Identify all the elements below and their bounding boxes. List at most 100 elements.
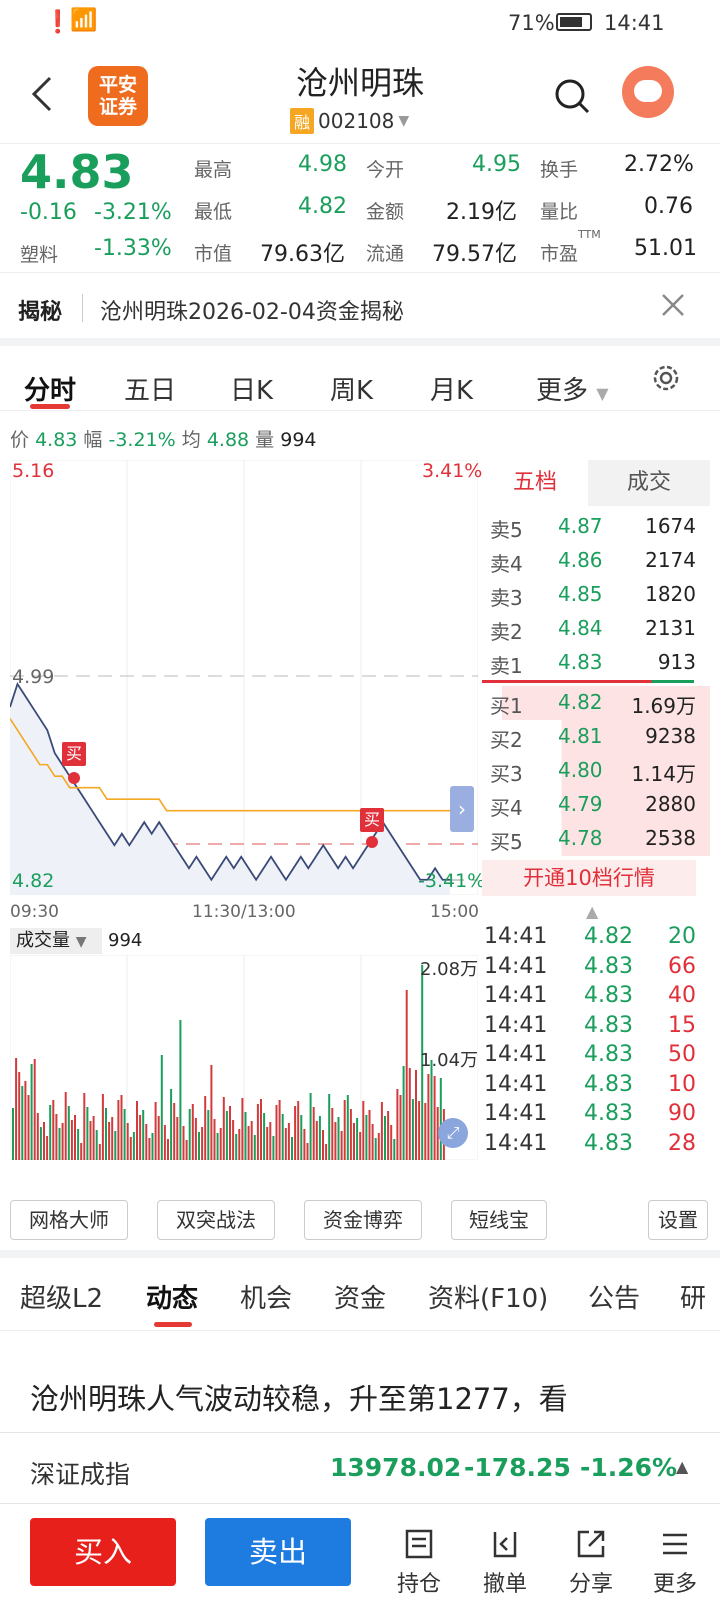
volume-bar — [225, 1111, 228, 1160]
level-volume: 2538 — [645, 826, 696, 850]
volume-bar — [247, 1126, 250, 1160]
tab-announcements[interactable]: 公告 — [588, 1278, 640, 1315]
volume-indicator-select[interactable]: 成交量 ▼ — [10, 928, 102, 954]
volume-bar — [294, 1106, 297, 1160]
tick-price: 4.83 — [584, 1101, 633, 1126]
more-tab[interactable]: 更多 — [640, 1528, 710, 1598]
tool-short-term[interactable]: 短线宝 — [451, 1200, 547, 1240]
buy-signal-tag[interactable]: 买 — [360, 808, 384, 832]
tab-news[interactable]: 动态 — [146, 1278, 198, 1315]
stock-code-selector[interactable]: 融 002108 ▼ — [290, 108, 409, 134]
trade-tick-row: 14:41 4.83 15 — [484, 1013, 710, 1042]
chevron-up-icon[interactable]: ▲ — [586, 902, 598, 921]
tick-price: 4.83 — [584, 983, 633, 1008]
tab-week-k[interactable]: 周K — [330, 370, 373, 407]
volume-bar — [210, 1065, 213, 1160]
tab-month-k[interactable]: 月K — [430, 370, 473, 407]
index-name: 深证成指 — [30, 1460, 131, 1489]
volume-bar — [244, 1112, 247, 1160]
bid-row[interactable]: 买3 4.80 1.14万 — [490, 754, 710, 788]
tool-double-break[interactable]: 双突战法 — [157, 1200, 275, 1240]
tab-trades[interactable]: 成交 — [588, 460, 710, 506]
volume-bar — [250, 1121, 253, 1160]
level-label: 卖2 — [490, 620, 523, 644]
ask-row[interactable]: 卖4 4.86 2174 — [490, 544, 710, 578]
open-10-levels-button[interactable]: 开通10档行情 — [482, 860, 696, 896]
volume-bar — [163, 1125, 166, 1160]
ask-row[interactable]: 卖2 4.84 2131 — [490, 612, 710, 646]
close-icon[interactable] — [660, 292, 686, 318]
volume-bar — [368, 1110, 371, 1160]
volume-bar — [275, 1105, 278, 1160]
volume-bar — [89, 1121, 92, 1160]
bid-row[interactable]: 买2 4.81 9238 — [490, 720, 710, 754]
chart-bottom-price: 4.82 — [12, 870, 55, 892]
tab-opportunity[interactable]: 机会 — [240, 1278, 292, 1315]
tool-grid-master[interactable]: 网格大师 — [10, 1200, 128, 1240]
tool-settings[interactable]: 设置 — [648, 1200, 708, 1240]
volume-bar — [61, 1123, 64, 1160]
level-label: 卖5 — [490, 518, 523, 542]
chevron-up-icon[interactable]: ▲ — [676, 1457, 688, 1476]
buy-signal-tag[interactable]: 买 — [62, 742, 86, 766]
volume-bar — [105, 1108, 107, 1160]
back-icon[interactable] — [28, 74, 58, 114]
volume-chart[interactable] — [10, 955, 478, 1160]
intraday-price-chart[interactable] — [10, 460, 478, 895]
tab-f10[interactable]: 资料(F10) — [428, 1278, 548, 1315]
tab-day-k[interactable]: 日K — [230, 370, 273, 407]
fund-reveal-bar[interactable]: 揭秘 沧州明珠2026-02-04资金揭秘 — [0, 280, 720, 336]
amount-label: 金额 — [366, 201, 405, 223]
fullscreen-icon[interactable]: ⤢ — [438, 1118, 468, 1148]
avatar[interactable] — [622, 66, 674, 118]
tab-funds[interactable]: 资金 — [334, 1278, 386, 1315]
ask-row[interactable]: 卖3 4.85 1820 — [490, 578, 710, 612]
tool-fund-game[interactable]: 资金博弈 — [304, 1200, 422, 1240]
level-label: 买1 — [490, 694, 523, 718]
sector-name[interactable]: 塑料 — [20, 240, 58, 267]
tab-research[interactable]: 研 — [680, 1278, 706, 1315]
volume-bar — [328, 1094, 331, 1160]
volume-bar — [306, 1143, 309, 1160]
volume-bar — [318, 1116, 321, 1160]
news-headline[interactable]: 沧州明珠人气波动较稳，升至第1277，看 — [30, 1376, 568, 1418]
sell-button[interactable]: 卖出 — [205, 1518, 351, 1586]
volume-bar — [74, 1115, 76, 1160]
trade-tick-row: 14:41 4.83 50 — [484, 1042, 710, 1071]
status-bar: ❗ 📶 71% 14:41 — [0, 0, 720, 46]
tab-more[interactable]: 更多 ▼ — [536, 370, 609, 407]
ask-row[interactable]: 卖5 4.87 1674 — [490, 510, 710, 544]
volume-bar — [86, 1107, 89, 1160]
volume-bar — [83, 1093, 86, 1160]
bid-row[interactable]: 买1 4.82 1.69万 — [490, 686, 710, 720]
volume-bar — [30, 1064, 33, 1160]
cancel-order-tab[interactable]: 撤单 — [470, 1528, 540, 1598]
volume-bar — [232, 1120, 235, 1160]
share-tab[interactable]: 分享 — [556, 1528, 626, 1598]
expand-panel-button[interactable]: › — [450, 786, 474, 832]
ask-row[interactable]: 卖1 4.83 913 — [490, 646, 710, 680]
volume-bar — [374, 1138, 377, 1160]
volume-bar — [303, 1129, 306, 1160]
time-mid: 11:30/13:00 — [192, 902, 296, 922]
chart-bottom-pct: -3.41% — [418, 870, 486, 892]
index-ticker-bar[interactable]: 深证成指 13978.02 -178.25 -1.26% ▲ — [0, 1432, 720, 1504]
volume-bar — [300, 1115, 303, 1160]
level-label: 买4 — [490, 796, 523, 820]
hold-tab[interactable]: 持仓 — [384, 1528, 454, 1598]
volume-bar — [154, 1102, 157, 1160]
level-price: 4.79 — [558, 792, 603, 816]
tab-super-l2[interactable]: 超级L2 — [20, 1278, 103, 1315]
buy-button[interactable]: 买入 — [30, 1518, 176, 1586]
volume-bar — [179, 1020, 182, 1160]
tab-five-day[interactable]: 五日 — [124, 370, 176, 407]
settings-icon[interactable] — [650, 362, 682, 394]
tick-volume: 66 — [668, 953, 696, 979]
bid-row[interactable]: 买5 4.78 2538 — [490, 822, 710, 856]
chart-top-pct: 3.41% — [422, 460, 483, 482]
tab-intraday[interactable]: 分时 — [24, 370, 76, 407]
tab-five-levels[interactable]: 五档 — [482, 460, 588, 506]
search-icon[interactable] — [552, 76, 592, 116]
bid-row[interactable]: 买4 4.79 2880 — [490, 788, 710, 822]
volume-mid-label: 1.04万 — [420, 1050, 479, 1071]
